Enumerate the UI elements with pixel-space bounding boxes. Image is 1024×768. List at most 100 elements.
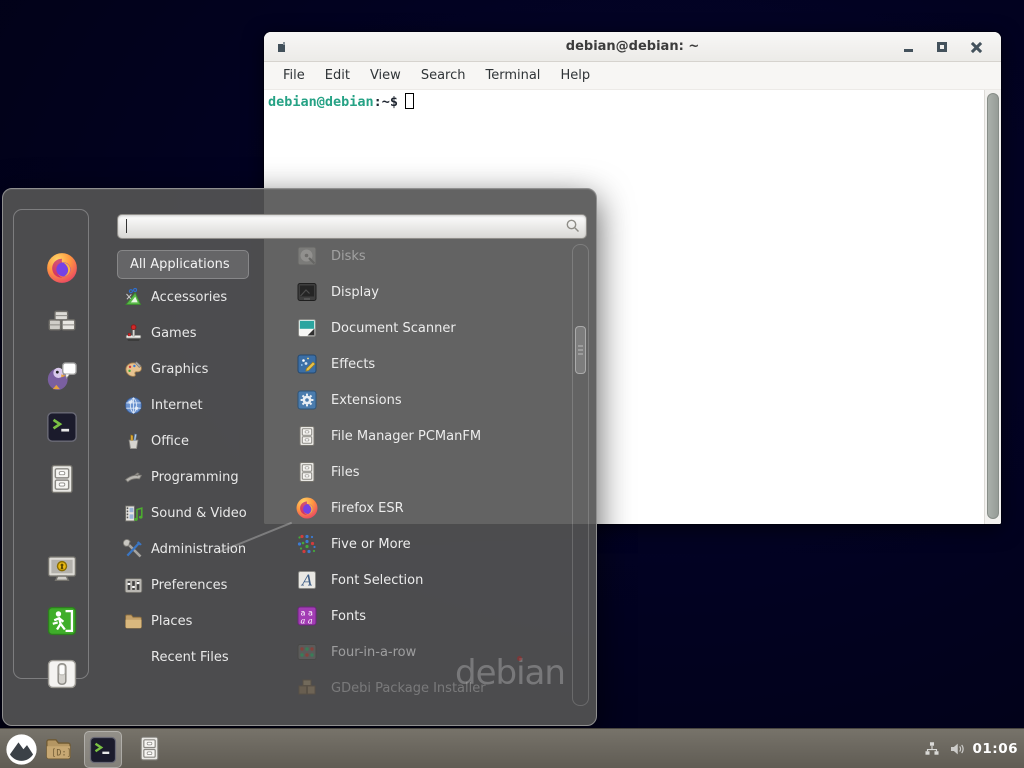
category-preferences[interactable]: Preferences bbox=[117, 570, 275, 600]
search-input[interactable] bbox=[117, 214, 587, 239]
screensaver-icon bbox=[45, 552, 79, 586]
category-accessories[interactable]: Accessories bbox=[117, 282, 275, 312]
menu-edit[interactable]: Edit bbox=[315, 68, 360, 83]
category-places[interactable]: Places bbox=[117, 606, 275, 636]
app-font-selection[interactable]: Font Selection bbox=[287, 564, 569, 596]
games-icon bbox=[123, 323, 144, 344]
menu-button[interactable] bbox=[5, 733, 38, 766]
file-cabinet-icon bbox=[135, 734, 164, 763]
accessories-icon bbox=[123, 287, 144, 308]
volume-icon[interactable] bbox=[948, 740, 966, 758]
category-internet[interactable]: Internet bbox=[117, 390, 275, 420]
terminal-scrollbar[interactable] bbox=[984, 90, 1001, 524]
office-icon bbox=[123, 431, 144, 452]
file-manager-launcher[interactable] bbox=[43, 734, 74, 765]
terminal-icon bbox=[88, 735, 118, 765]
window-menu-icon[interactable] bbox=[278, 42, 286, 52]
gdebi-icon bbox=[295, 676, 319, 700]
logout-icon bbox=[45, 604, 79, 638]
favorite-lock-screen[interactable] bbox=[45, 552, 79, 586]
prompt-suffix: :~$ bbox=[374, 94, 398, 110]
favorite-pidgin[interactable] bbox=[45, 358, 79, 392]
favorite-shutdown[interactable] bbox=[45, 657, 79, 691]
shutdown-icon bbox=[45, 657, 79, 691]
category-office[interactable]: Office bbox=[117, 426, 275, 456]
menu-terminal[interactable]: Terminal bbox=[475, 68, 550, 83]
file-cabinet-icon bbox=[295, 424, 319, 448]
app-display[interactable]: Display bbox=[287, 276, 569, 308]
app-file-manager-pcmanfm[interactable]: File Manager PCManFM bbox=[287, 420, 569, 452]
app-extensions[interactable]: Extensions bbox=[287, 384, 569, 416]
category-games[interactable]: Games bbox=[117, 318, 275, 348]
file-manager-icon bbox=[45, 462, 79, 496]
menu-scrollbar[interactable] bbox=[572, 244, 589, 706]
sound-video-icon bbox=[123, 503, 144, 524]
internet-icon bbox=[123, 395, 144, 416]
category-recent-files[interactable]: Recent Files bbox=[117, 642, 275, 672]
favorite-firefox[interactable] bbox=[45, 251, 79, 285]
taskbar: 01:06 bbox=[0, 728, 1024, 768]
debian-watermark: debian bbox=[455, 653, 565, 693]
disks-icon bbox=[295, 244, 319, 268]
favorite-software-manager[interactable] bbox=[45, 305, 79, 339]
extensions-icon bbox=[295, 388, 319, 412]
app-fonts[interactable]: Fonts bbox=[287, 600, 569, 632]
terminal-launcher[interactable] bbox=[84, 731, 122, 768]
network-icon[interactable] bbox=[923, 740, 941, 758]
effects-icon bbox=[295, 352, 319, 376]
maximize-button[interactable] bbox=[931, 37, 953, 57]
app-firefox-esr[interactable]: Firefox ESR bbox=[287, 492, 569, 524]
search-icon bbox=[565, 218, 581, 234]
menu-help[interactable]: Help bbox=[550, 68, 600, 83]
application-menu: All Applications Accessories Games Graph… bbox=[2, 188, 597, 726]
prompt-line: debian@debian:~$ bbox=[268, 93, 414, 111]
font-selection-icon bbox=[295, 568, 319, 592]
administration-icon bbox=[123, 539, 144, 560]
terminal-icon bbox=[45, 410, 79, 444]
menu-file[interactable]: File bbox=[273, 68, 315, 83]
desktop: debian@debian: ~ File Edit View Search T… bbox=[0, 0, 1024, 768]
watermark-red-dot bbox=[517, 656, 522, 661]
folder-icon bbox=[43, 734, 74, 765]
terminal-titlebar[interactable]: debian@debian: ~ bbox=[264, 32, 1001, 62]
clock[interactable]: 01:06 bbox=[973, 741, 1018, 757]
pidgin-icon bbox=[45, 358, 79, 392]
menu-scrollbar-thumb[interactable] bbox=[575, 326, 586, 374]
menu-logo-icon bbox=[5, 733, 38, 766]
graphics-icon bbox=[123, 359, 144, 380]
all-applications-button[interactable]: All Applications bbox=[117, 250, 249, 279]
category-graphics[interactable]: Graphics bbox=[117, 354, 275, 384]
prompt-user-host: debian@debian bbox=[268, 94, 374, 110]
favorites-panel bbox=[13, 209, 89, 679]
favorite-terminal[interactable] bbox=[45, 410, 79, 444]
programming-icon bbox=[123, 467, 144, 488]
favorite-logout[interactable] bbox=[45, 604, 79, 638]
menu-search[interactable]: Search bbox=[411, 68, 476, 83]
category-programming[interactable]: Programming bbox=[117, 462, 275, 492]
system-tray: 01:06 bbox=[923, 729, 1018, 768]
app-document-scanner[interactable]: Document Scanner bbox=[287, 312, 569, 344]
software-manager-icon bbox=[45, 305, 79, 339]
favorite-file-manager[interactable] bbox=[45, 462, 79, 496]
fonts-icon bbox=[295, 604, 319, 628]
app-effects[interactable]: Effects bbox=[287, 348, 569, 380]
firefox-icon bbox=[45, 251, 79, 285]
category-sound-video[interactable]: Sound & Video bbox=[117, 498, 275, 528]
five-or-more-icon bbox=[295, 532, 319, 556]
terminal-scrollbar-thumb[interactable] bbox=[987, 93, 999, 519]
menu-view[interactable]: View bbox=[360, 68, 411, 83]
four-in-a-row-icon bbox=[295, 640, 319, 664]
app-files[interactable]: Files bbox=[287, 456, 569, 488]
terminal-cursor bbox=[405, 93, 414, 109]
display-icon bbox=[295, 280, 319, 304]
document-scanner-icon bbox=[295, 316, 319, 340]
app-five-or-more[interactable]: Five or More bbox=[287, 528, 569, 560]
window-controls bbox=[897, 32, 987, 62]
close-button[interactable] bbox=[965, 37, 987, 57]
minimize-button[interactable] bbox=[897, 37, 919, 57]
places-icon bbox=[123, 611, 144, 632]
window-title: debian@debian: ~ bbox=[264, 39, 1001, 54]
preferences-icon bbox=[123, 575, 144, 596]
app-disks[interactable]: Disks bbox=[287, 240, 569, 272]
files-launcher[interactable] bbox=[135, 734, 166, 765]
